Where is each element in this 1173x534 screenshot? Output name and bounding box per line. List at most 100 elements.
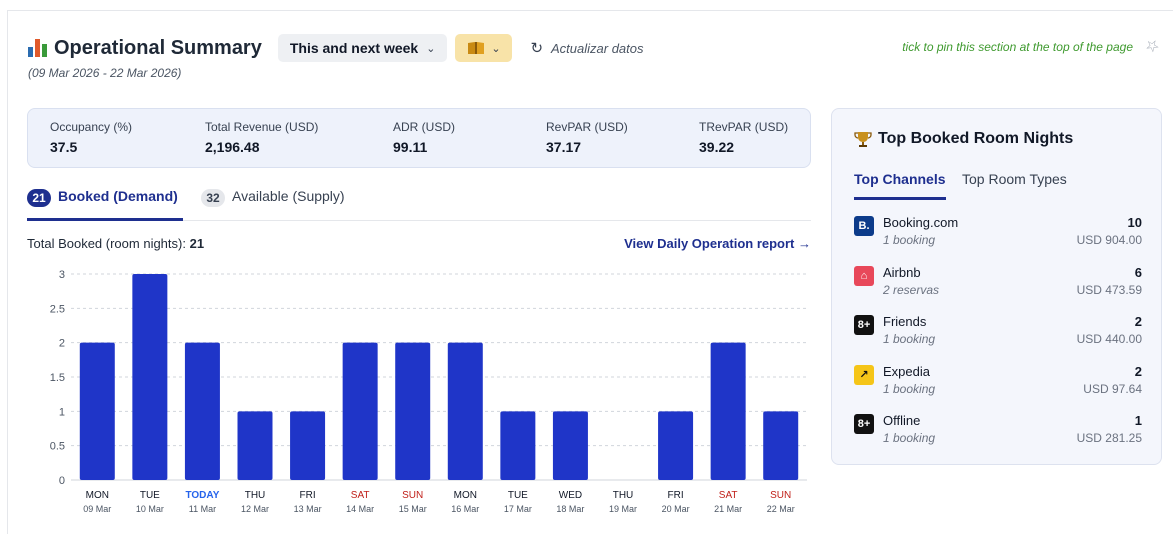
kpi-label: Total Revenue (USD) [205, 120, 319, 134]
y-tick-label: 2.5 [50, 303, 65, 315]
channel-bookings: 1 booking [883, 233, 936, 247]
x-day-label: SUN [402, 490, 423, 501]
x-day-label: MON [454, 490, 477, 501]
x-date-label: 12 Mar [241, 504, 269, 514]
chart-bar [395, 342, 431, 480]
refresh-button[interactable]: ↻ Actualizar datos [530, 39, 643, 57]
kpi-value: 39.22 [699, 139, 735, 155]
kpi-value: 99.11 [393, 139, 428, 155]
channel-row[interactable]: ⌂ Airbnb 2 reservas 6 USD 473.59 [854, 265, 1142, 315]
panel-tabs: Top Channels Top Room Types [854, 171, 1154, 201]
kpi-trevpar: TRevPAR (USD) 39.22 [699, 120, 788, 155]
x-date-label: 15 Mar [399, 504, 427, 514]
kpi-value: 37.5 [50, 139, 78, 155]
kpi-label: ADR (USD) [393, 120, 455, 134]
chart-bar [552, 411, 588, 480]
kpi-label: Occupancy (%) [50, 120, 133, 134]
tab-label: Available (Supply) [232, 188, 345, 204]
channel-name: Booking.com [883, 215, 959, 230]
x-day-label: TODAY [185, 490, 219, 501]
x-date-label: 17 Mar [504, 504, 532, 514]
refresh-icon: ↻ [530, 40, 544, 57]
channel-bookings: 1 booking [883, 431, 936, 445]
channel-amount: USD 904.00 [1076, 233, 1142, 247]
x-date-label: 11 Mar [189, 504, 216, 514]
total-booked-value: 21 [189, 236, 205, 251]
tab-top-channels[interactable]: Top Channels [854, 171, 946, 200]
top-booked-panel: Top Booked Room Nights Top Channels Top … [831, 108, 1162, 465]
book-view-dropdown[interactable]: ⌄ [455, 34, 513, 62]
x-day-label: FRI [300, 490, 316, 501]
airbnb-icon: ⌂ [854, 265, 874, 286]
friends-icon: 8+ [854, 315, 874, 335]
y-tick-label: 2 [59, 338, 65, 350]
x-day-label: SUN [770, 490, 791, 501]
refresh-label: Actualizar datos [551, 40, 644, 56]
channel-count: 1 [1134, 413, 1142, 428]
tab-badge: 32 [201, 189, 225, 207]
x-date-label: 09 Mar [83, 504, 111, 514]
chart-bar [447, 342, 483, 480]
channel-row[interactable]: 8+ Offline 1 booking 1 USD 281.25 [854, 413, 1142, 463]
chart-bar [342, 342, 378, 480]
bar-chart: 0 0.5 1 1.5 2 2.5 3 MON 09 Mar TUE 10 Mar TODAY 11 M… [50, 269, 807, 514]
kpi-occupancy: Occupancy (%) 37.5 [50, 120, 132, 155]
tab-available[interactable]: 32 Available (Supply) [201, 188, 345, 221]
channel-amount: USD 281.25 [1076, 431, 1142, 445]
offline-icon: 8+ [854, 414, 874, 434]
chart-bar [79, 342, 115, 480]
header-bar: Operational Summary This and next week ⌄… [28, 34, 644, 62]
kpi-total-revenue: Total Revenue (USD) 2,196.48 [205, 120, 318, 155]
total-booked: Total Booked (room nights): 21 [27, 236, 204, 251]
x-day-label: THU [245, 490, 266, 501]
x-date-label: 18 Mar [556, 504, 584, 514]
kpi-label: RevPAR (USD) [546, 120, 628, 134]
x-day-label: FRI [668, 490, 684, 501]
channel-row[interactable]: B. Booking.com 1 booking 10 USD 904.00 [854, 215, 1142, 265]
view-report-link[interactable]: View Daily Operation report → [624, 236, 811, 251]
x-date-label: 20 Mar [662, 504, 690, 514]
chart-bar [132, 274, 168, 480]
channel-bookings: 2 reservas [883, 282, 940, 297]
channel-bookings: 1 booking [883, 381, 936, 396]
date-range: (09 Mar 2026 - 22 Mar 2026) [28, 66, 182, 80]
kpi-bar: Occupancy (%) 37.5 Total Revenue (USD) 2… [27, 108, 811, 168]
x-day-label: SAT [719, 490, 738, 501]
bar-chart-icon [28, 39, 48, 57]
y-tick-label: 1.5 [50, 372, 65, 384]
x-date-label: 14 Mar [346, 504, 374, 514]
kpi-value: 37.17 [546, 139, 582, 155]
chart-bar [658, 411, 694, 480]
chart-bar [763, 411, 799, 480]
chart-bar [500, 411, 536, 480]
booked-chart: 0 0.5 1 1.5 2 2.5 3 MON 09 Mar TUE 10 Mar TODAY 11 M… [27, 260, 811, 522]
chevron-down-icon: ⌄ [426, 42, 436, 55]
x-day-label: TUE [508, 490, 528, 501]
y-tick-label: 3 [59, 269, 65, 281]
channel-row[interactable]: 8+ Friends 1 booking 2 USD 440.00 [854, 314, 1142, 364]
kpi-value: 2,196.48 [205, 139, 260, 155]
channel-name: Expedia [883, 363, 930, 379]
chevron-down-icon: ⌄ [491, 42, 501, 55]
x-date-label: 22 Mar [767, 504, 795, 514]
channel-bookings: 1 booking [883, 332, 936, 346]
kpi-revpar: RevPAR (USD) 37.17 [546, 120, 628, 155]
tab-top-room-types[interactable]: Top Room Types [962, 171, 1067, 187]
tab-label: Booked (Demand) [58, 188, 178, 204]
tab-booked[interactable]: 21 Booked (Demand) [27, 188, 183, 221]
channel-amount: USD 97.64 [1083, 381, 1142, 396]
channel-row[interactable]: ↗ Expedia 1 booking 2 USD 97.64 [854, 364, 1142, 414]
page-title: Operational Summary [54, 36, 262, 59]
channel-amount: USD 440.00 [1076, 332, 1142, 346]
channel-count: 10 [1127, 215, 1142, 230]
tab-badge: 21 [27, 189, 51, 207]
channel-amount: USD 473.59 [1076, 282, 1142, 297]
kpi-adr: ADR (USD) 99.11 [393, 120, 455, 155]
range-dropdown[interactable]: This and next week ⌄ [277, 34, 448, 62]
y-tick-label: 1 [59, 406, 65, 418]
demand-supply-tabs: 21 Booked (Demand) 32 Available (Supply) [27, 188, 811, 221]
chart-bar [290, 411, 326, 480]
channel-count: 2 [1134, 363, 1142, 379]
channel-name: Offline [883, 413, 921, 428]
x-day-label: THU [613, 490, 634, 501]
